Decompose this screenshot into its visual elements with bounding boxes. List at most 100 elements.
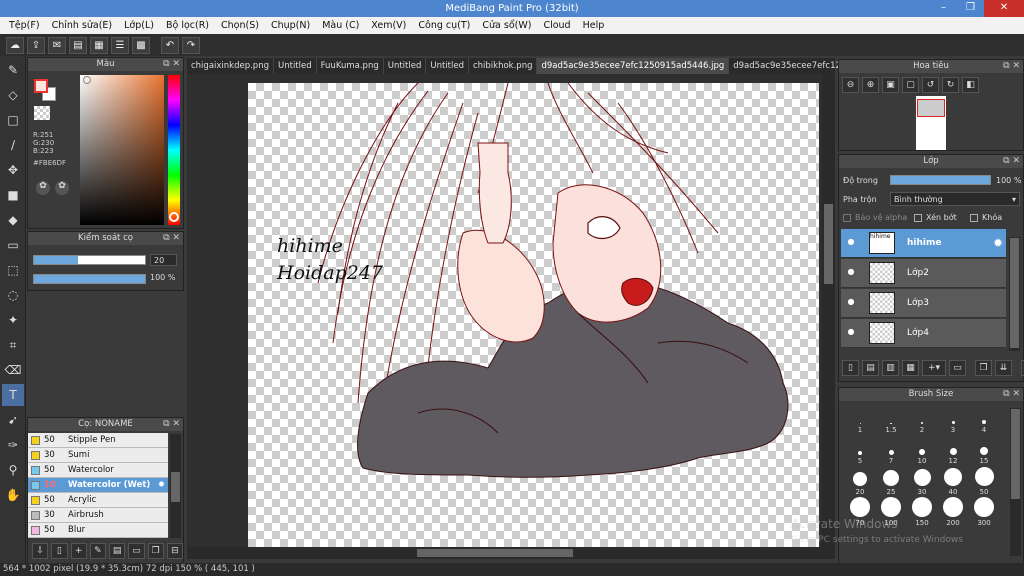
operation-tool-icon[interactable]: ➹ (2, 409, 24, 431)
document-tab[interactable]: Untitled (384, 58, 427, 74)
menu-filter[interactable]: Bộ lọc(R) (160, 20, 215, 31)
add-layer-menu-icon[interactable]: +▾ (922, 360, 946, 376)
brush-size-option[interactable]: 200 (938, 497, 968, 528)
panel-close-icon[interactable]: ⧉ ✕ (163, 58, 180, 71)
brush-list-item[interactable]: 50 Watercolor (28, 463, 168, 478)
new-halftone-layer-icon[interactable]: ▤ (862, 360, 879, 376)
brush-size-option[interactable]: 5 (845, 435, 875, 466)
document-tab[interactable]: FuuKuma.png (317, 58, 384, 74)
protect-alpha-checkbox[interactable]: Bảo vệ alpha (843, 213, 907, 222)
menu-layer[interactable]: Lớp(L) (118, 20, 160, 31)
fit-screen-icon[interactable]: ▣ (882, 77, 899, 93)
lock-checkbox[interactable]: Khóa (970, 213, 1002, 222)
brush-size-option[interactable]: 20 (845, 466, 875, 497)
select-rect-icon[interactable]: ⬚ (2, 259, 24, 281)
hand-tool-icon[interactable]: ✋ (2, 484, 24, 506)
maximize-button[interactable]: ❐ (957, 0, 984, 17)
delete-brush-icon[interactable]: ⊟ (166, 543, 183, 559)
new-layer-icon[interactable]: ▯ (842, 360, 859, 376)
document-tab-active[interactable]: d9ad5ac9e35ecee7efc1250915ad5446.jpg (537, 58, 730, 74)
flip-icon[interactable]: ◧ (962, 77, 979, 93)
brush-size-option[interactable]: 10 (907, 435, 937, 466)
rotate-right-icon[interactable]: ↻ (942, 77, 959, 93)
vertical-scroll-thumb[interactable] (824, 204, 833, 284)
brush-tool-icon[interactable]: ✎ (2, 59, 24, 81)
brush-size-option[interactable]: 12 (938, 435, 968, 466)
folder-icon[interactable]: ▭ (949, 360, 966, 376)
clip-checkbox[interactable]: Xén bớt (914, 213, 957, 222)
brush-list-item[interactable]: 50 Blur (28, 523, 168, 538)
zoom-out-icon[interactable]: ⊖ (842, 77, 859, 93)
layer-scrollbar[interactable] (1009, 237, 1020, 351)
layer-row[interactable]: ● Lớp3 (841, 289, 1006, 318)
brush-size-option[interactable]: 7 (876, 435, 906, 466)
brush-list-scroll-thumb[interactable] (171, 472, 180, 502)
document-tab[interactable]: chigaixinkdep.png (187, 58, 274, 74)
copy-layer-icon[interactable]: ❐ (975, 360, 992, 376)
brush-size-option[interactable]: 40 (938, 466, 968, 497)
hue-slider-handle[interactable] (169, 212, 179, 222)
brush-list-item[interactable]: 30 Sumi (28, 448, 168, 463)
magic-wand-icon[interactable]: ✦ (2, 309, 24, 331)
line-tool-icon[interactable]: ∕ (2, 134, 24, 156)
brush-list-item[interactable]: 10 Watercolor (Wet) ✹ (28, 478, 168, 493)
bucket-tool-icon[interactable]: ◆ (2, 209, 24, 231)
brush-size-option[interactable]: 2 (907, 404, 937, 435)
blend-mode-select[interactable]: Bình thường ▾ (890, 192, 1020, 206)
grid-icon[interactable]: ▩ (132, 36, 150, 54)
document-tab[interactable]: Untitled (426, 58, 469, 74)
eye-icon[interactable]: ● (845, 327, 857, 339)
menu-help[interactable]: Help (577, 20, 611, 31)
brush-size-option[interactable]: 50 (969, 466, 999, 497)
menu-cloud[interactable]: Cloud (537, 20, 576, 31)
menu-color[interactable]: Màu (C) (316, 20, 365, 31)
brush-size-option[interactable]: 30 (907, 466, 937, 497)
actual-size-icon[interactable]: ▢ (902, 77, 919, 93)
gradient-tool-icon[interactable]: ▭ (2, 234, 24, 256)
minimize-button[interactable]: – (930, 0, 957, 17)
brush-list-item[interactable]: 50 Acrylic (28, 493, 168, 508)
list-icon[interactable]: ☰ (111, 36, 129, 54)
new-8bit-layer-icon[interactable]: ▥ (882, 360, 899, 376)
drawing-canvas[interactable]: hihime Hoidap247 (248, 83, 819, 547)
eraser-tool-icon[interactable]: ◇ (2, 84, 24, 106)
foreground-color-swatch[interactable] (34, 79, 48, 93)
saturation-value-picker[interactable] (80, 75, 164, 225)
document-icon[interactable]: ▦ (90, 36, 108, 54)
panel-close-icon[interactable]: ⧉ ✕ (1003, 60, 1020, 73)
brush-size-option[interactable]: 1 (845, 404, 875, 435)
brush-list-scrollbar[interactable] (170, 434, 181, 538)
share-icon[interactable]: ⇪ (27, 36, 45, 54)
document-tab[interactable]: chibikhok.png (469, 58, 538, 74)
gear-icon[interactable]: ✹ (993, 236, 1003, 250)
canvas-area[interactable]: hihime Hoidap247 (187, 74, 822, 547)
add-brush-icon[interactable]: + (70, 543, 87, 559)
new-brush-icon[interactable]: ▯ (51, 543, 68, 559)
brush-size-option[interactable]: 15 (969, 435, 999, 466)
color-picker-cursor[interactable] (83, 76, 91, 84)
cloud-download-icon[interactable]: ⇩ (32, 543, 49, 559)
comment-icon[interactable]: ✉ (48, 36, 66, 54)
menu-window[interactable]: Cửa sổ(W) (476, 20, 537, 31)
fill-rect-tool-icon[interactable]: ■ (2, 184, 24, 206)
new-1bit-layer-icon[interactable]: ▦ (902, 360, 919, 376)
brush-opacity-slider[interactable] (33, 274, 146, 284)
merge-layer-icon[interactable]: ⇊ (995, 360, 1012, 376)
menu-file[interactable]: Tệp(F) (3, 20, 46, 31)
panel-close-icon[interactable]: ⧉ ✕ (1003, 388, 1020, 401)
menu-tools[interactable]: Công cụ(T) (412, 20, 476, 31)
brush-size-scroll-thumb[interactable] (1011, 409, 1020, 499)
lasso-icon[interactable]: ◌ (2, 284, 24, 306)
select-pen-icon[interactable]: ⌗ (2, 334, 24, 356)
panel-close-icon[interactable]: ⧉ ✕ (163, 418, 180, 431)
rectangle-tool-icon[interactable]: □ (2, 109, 24, 131)
brush-list-item[interactable]: 30 Airbrush (28, 508, 168, 523)
close-button[interactable]: ✕ (984, 0, 1024, 17)
select-eraser-icon[interactable]: ⌫ (2, 359, 24, 381)
brush-size-scrollbar[interactable] (1010, 408, 1021, 556)
panel-close-icon[interactable]: ⧉ ✕ (1003, 155, 1020, 168)
layer-scroll-thumb[interactable] (1010, 238, 1019, 348)
menu-snap[interactable]: Chụp(N) (265, 20, 316, 31)
eyedropper-icon[interactable]: ⚲ (2, 459, 24, 481)
dropper-tool-icon[interactable]: ✑ (2, 434, 24, 456)
